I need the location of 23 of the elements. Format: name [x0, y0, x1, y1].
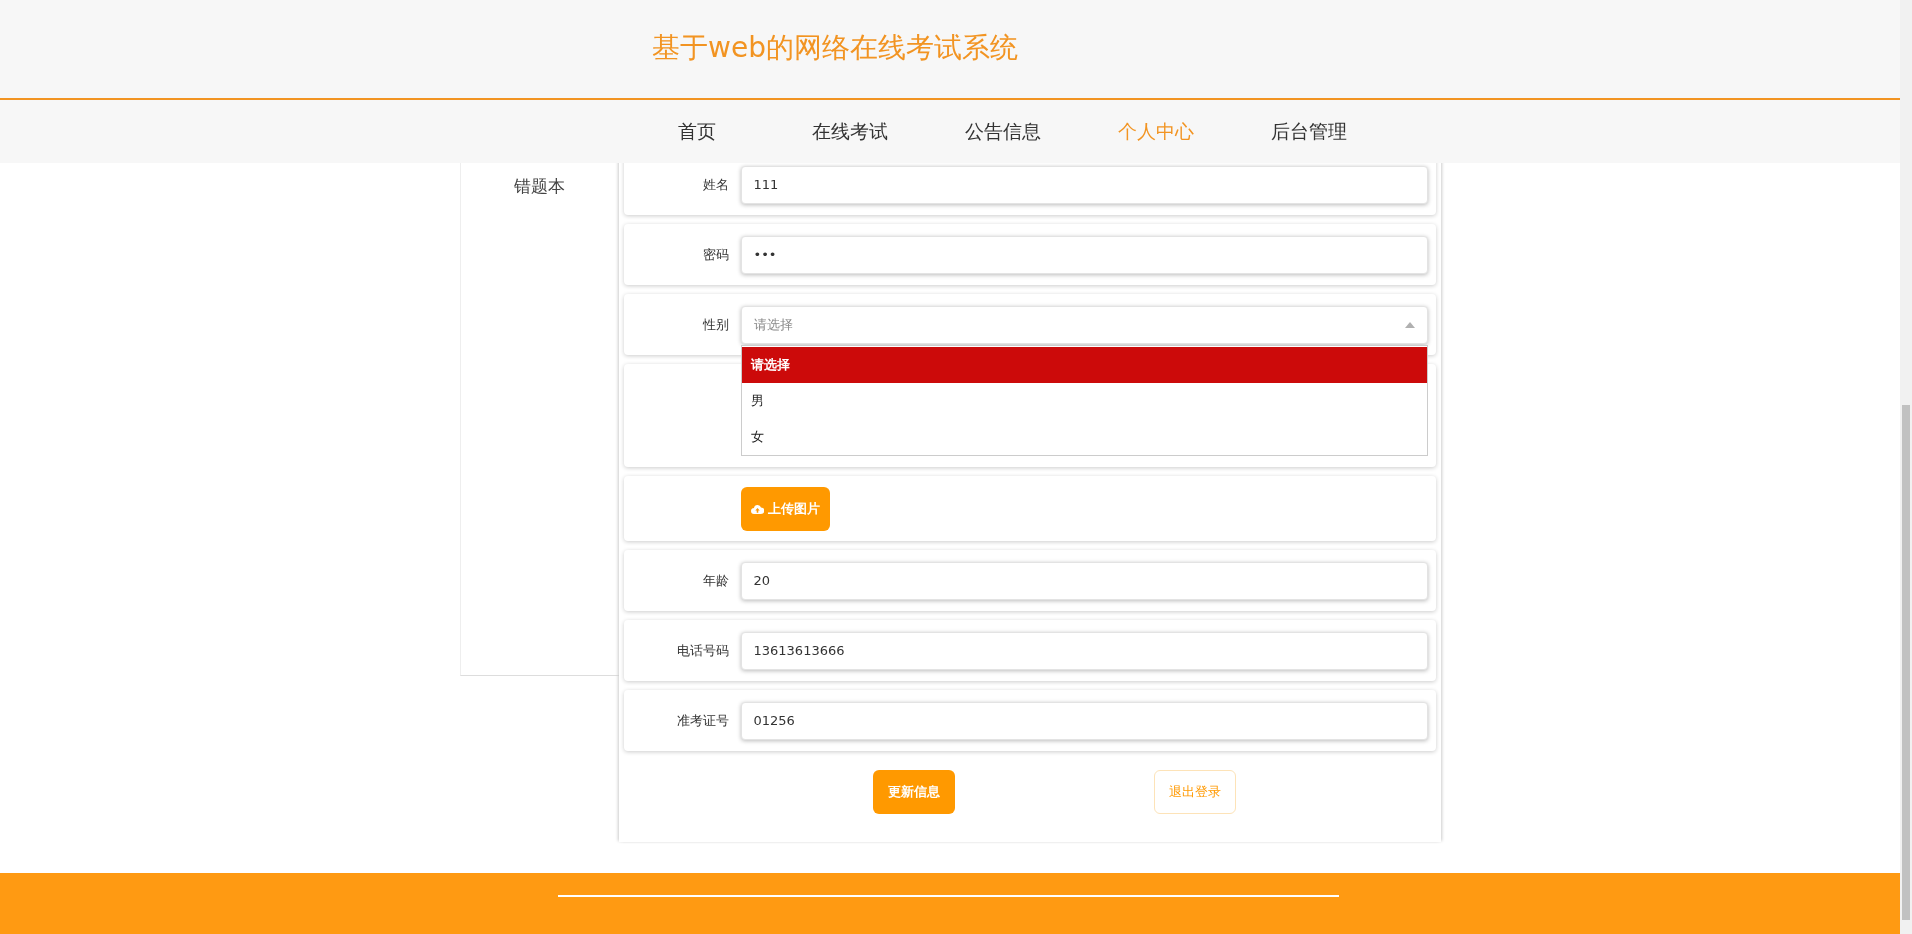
dropdown-option[interactable]: 女 [741, 419, 1427, 455]
field-label: 电话号码 [675, 641, 729, 660]
cloud-upload-icon [750, 503, 764, 514]
nav-link[interactable]: 后台管理 [1232, 118, 1385, 145]
site-title: 基于web的网络在线考试系统 [652, 30, 1018, 66]
field-label: 准考证号 [675, 711, 729, 730]
input-field[interactable]: 13613613666 [740, 631, 1428, 670]
input-field[interactable]: 01256 [740, 701, 1428, 740]
select-field[interactable]: 请选择 [740, 305, 1428, 344]
input-field[interactable]: 20 [740, 561, 1428, 600]
dropdown-option[interactable]: 请选择 [741, 347, 1427, 383]
input-field[interactable]: ••• [740, 235, 1428, 274]
field-label: 密码 [701, 245, 729, 264]
field-label: 姓名 [701, 175, 729, 194]
nav-link[interactable]: 在线考试 [773, 118, 926, 145]
nav-link[interactable]: 首页 [620, 118, 773, 145]
field-label: 性别 [701, 315, 729, 334]
dropdown-option[interactable]: 男 [741, 383, 1427, 419]
nav-link[interactable]: 公告信息 [926, 118, 1079, 145]
sidebar-item[interactable]: 错题本 [514, 175, 565, 198]
input-field[interactable]: 111 [740, 165, 1428, 204]
caret-icon [1404, 321, 1415, 328]
field-label: 年龄 [701, 571, 729, 590]
